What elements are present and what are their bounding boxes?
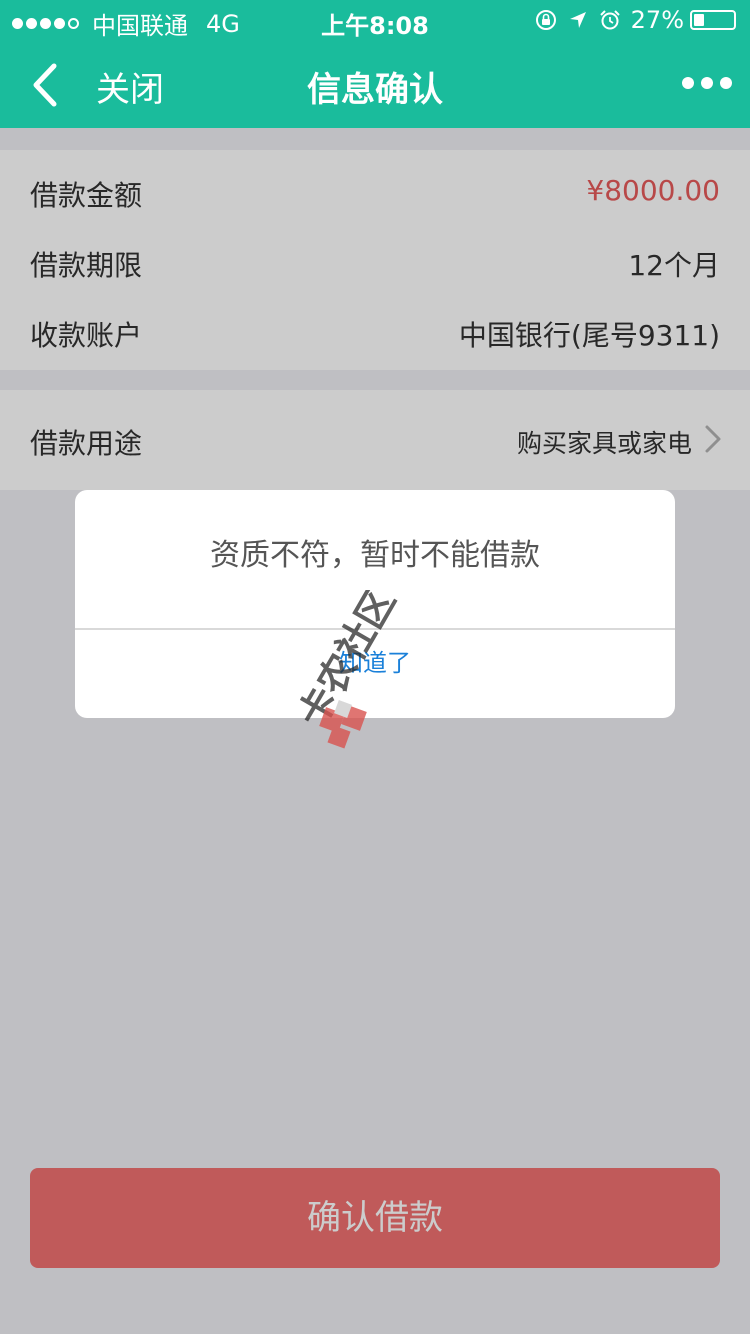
battery-icon [690,10,736,30]
battery-level [694,14,705,26]
status-bar-right: 27% [535,6,736,34]
nav-bar: 关闭 信息确认 [0,40,750,128]
page-title: 信息确认 [307,70,443,110]
modal-overlay [0,128,750,1334]
dialog-message: 资质不符，暂时不能借款 [210,538,540,573]
dialog-ok-button[interactable]: 知道了 [75,630,675,718]
location-arrow-icon [569,12,586,28]
alert-dialog: 资质不符，暂时不能借款 知道了 [75,490,675,718]
battery-percent: 27% [630,6,684,34]
status-bar: 中国联通 4G 上午8:08 27% [0,0,750,40]
alarm-icon [599,10,620,30]
lock-rotation-icon [535,10,556,30]
more-dots-icon[interactable] [675,77,732,89]
